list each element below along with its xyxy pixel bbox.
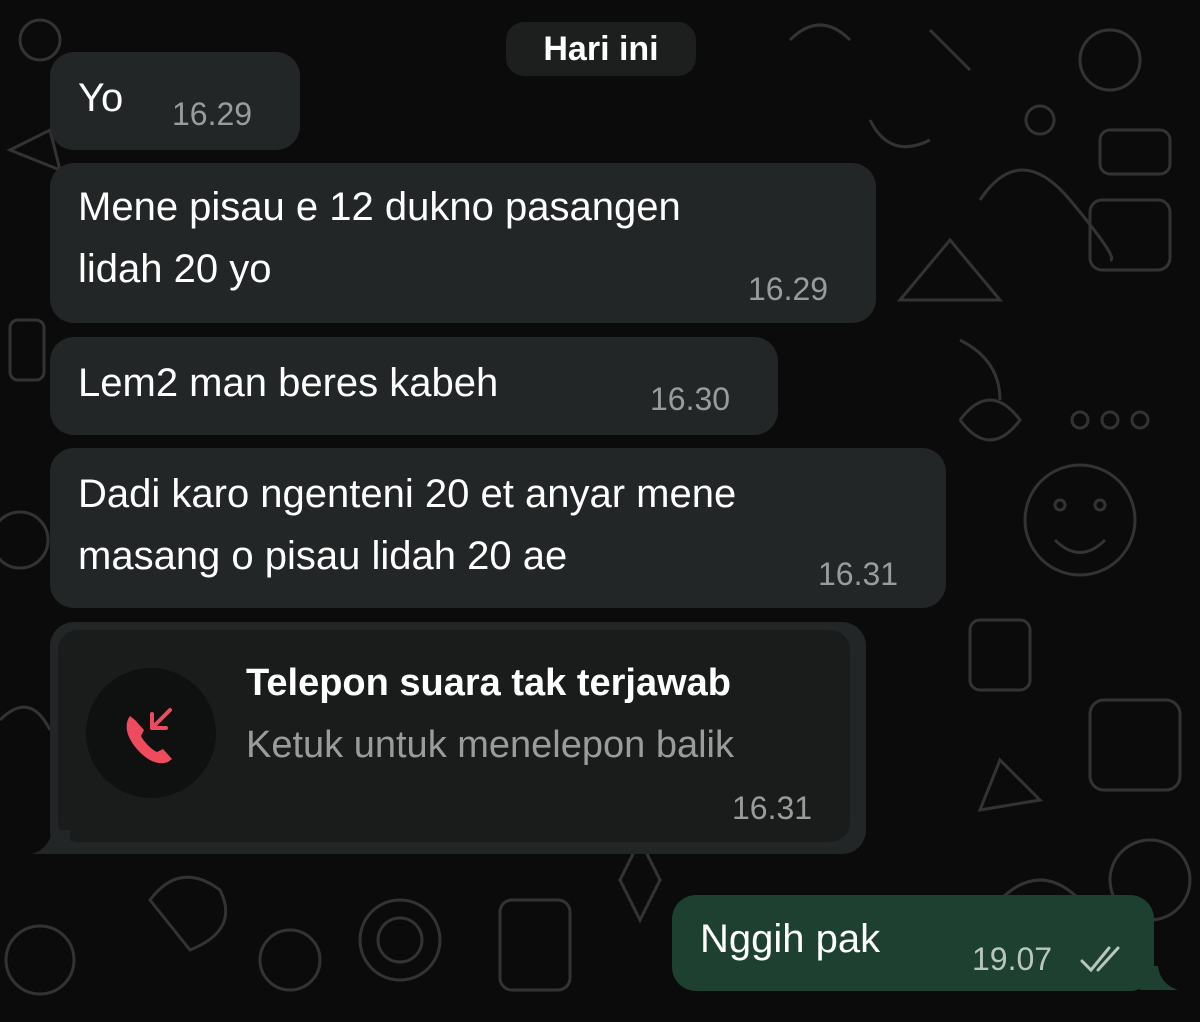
bubble-tail (32, 830, 70, 854)
double-check-icon (1080, 945, 1126, 980)
message-time: 16.31 (818, 556, 899, 592)
message-text: Yo (78, 76, 124, 120)
message-text-line-1: Dadi karo ngenteni 20 et anyar mene (78, 472, 737, 516)
missed-call-message[interactable]: Telepon suara tak terjawab Ketuk untuk m… (50, 622, 866, 854)
message-time: 16.29 (748, 271, 829, 307)
message-time: 16.31 (732, 790, 813, 826)
message-text-line-1: Mene pisau e 12 dukno pasangen (78, 185, 681, 229)
incoming-message[interactable]: Yo 16.29 (50, 52, 300, 150)
missed-call-card[interactable]: Telepon suara tak terjawab Ketuk untuk m… (58, 630, 850, 842)
message-time: 19.07 (972, 941, 1053, 977)
message-text: Nggih pak (700, 917, 881, 961)
missed-call-subtitle: Ketuk untuk menelepon balik (246, 724, 734, 766)
missed-call-icon (86, 668, 216, 798)
message-time: 16.29 (172, 96, 253, 132)
incoming-message[interactable]: Mene pisau e 12 dukno pasangen lidah 20 … (50, 163, 876, 323)
message-text-line-2: lidah 20 yo (78, 247, 272, 291)
incoming-message[interactable]: Lem2 man beres kabeh 16.30 (50, 337, 778, 435)
date-divider: Hari ini (506, 22, 696, 76)
outgoing-message[interactable]: Nggih pak 19.07 (672, 895, 1154, 991)
incoming-message[interactable]: Dadi karo ngenteni 20 et anyar mene masa… (50, 448, 946, 608)
bubble-tail (1140, 966, 1178, 990)
message-text: Lem2 man beres kabeh (78, 361, 499, 405)
missed-call-title: Telepon suara tak terjawab (246, 662, 732, 704)
message-time: 16.30 (650, 381, 731, 417)
message-text-line-2: masang o pisau lidah 20 ae (78, 534, 568, 578)
